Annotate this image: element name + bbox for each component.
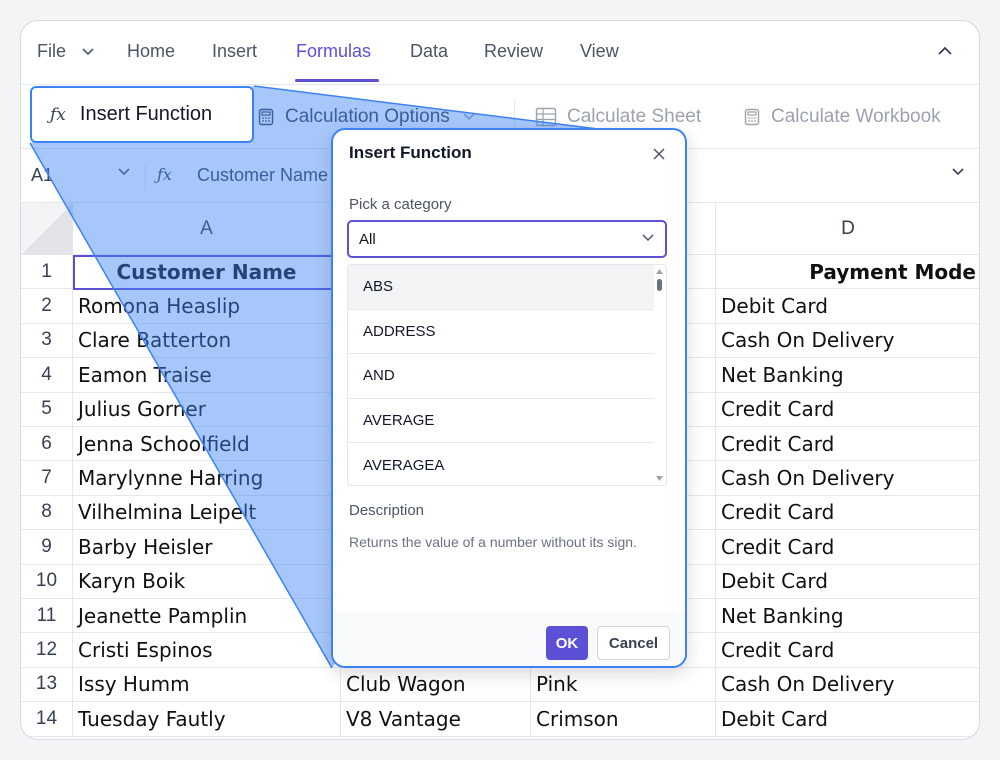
cell-a[interactable]: Vilhelmina Leipelt: [73, 495, 341, 530]
row-header[interactable]: 4: [21, 358, 73, 392]
chevron-up-icon[interactable]: [933, 39, 957, 63]
cell-d[interactable]: Credit Card: [716, 633, 979, 666]
chevron-down-icon: [642, 234, 654, 242]
cell-a[interactable]: Romona Heaslip: [73, 289, 341, 323]
cell-a[interactable]: Clare Batterton: [73, 323, 341, 358]
row-header[interactable]: 8: [21, 495, 73, 530]
sheet-icon: [535, 107, 557, 127]
cell-a[interactable]: Karyn Boik: [73, 564, 341, 598]
cell-a[interactable]: Eamon Traise: [73, 358, 341, 392]
cell-a[interactable]: Issy Humm: [73, 667, 341, 702]
scroll-down-icon[interactable]: [656, 476, 663, 481]
fx-icon: ƒx: [157, 165, 172, 184]
cell-d[interactable]: Cash On Delivery: [716, 324, 979, 357]
row-header[interactable]: 6: [21, 427, 73, 461]
active-tab-indicator: [295, 79, 379, 82]
tab-insert[interactable]: Insert: [212, 41, 257, 62]
cell-a[interactable]: Jeanette Pamplin: [73, 599, 341, 633]
cell-c[interactable]: Pink: [531, 667, 716, 702]
cell-a[interactable]: Tuesday Fautly: [73, 702, 341, 736]
cell-d[interactable]: Payment Mode: [716, 255, 979, 288]
scrollbar-thumb[interactable]: [657, 279, 662, 291]
category-label: Pick a category: [349, 196, 452, 213]
cell-a[interactable]: Jenna Schoolfield: [73, 427, 341, 461]
scroll-up-icon[interactable]: [656, 269, 663, 274]
cancel-button[interactable]: Cancel: [597, 626, 670, 660]
table-row: 14 Tuesday Fautly V8 Vantage Crimson Debit C…: [21, 702, 979, 737]
ok-button[interactable]: OK: [546, 626, 588, 660]
close-icon[interactable]: [649, 144, 669, 164]
cell-d[interactable]: Credit Card: [716, 530, 979, 563]
select-all-corner[interactable]: [21, 203, 73, 255]
tab-review[interactable]: Review: [484, 41, 543, 62]
row-header[interactable]: 13: [21, 667, 73, 702]
tab-view[interactable]: View: [580, 41, 619, 62]
description-label: Description: [349, 502, 425, 519]
row-header[interactable]: 5: [21, 392, 73, 426]
calculator-icon: [743, 108, 761, 126]
cell-d[interactable]: Cash On Delivery: [716, 461, 979, 494]
chevron-down-icon: [82, 48, 94, 56]
chevron-down-icon: [463, 113, 475, 121]
cell-d[interactable]: Debit Card: [716, 565, 979, 598]
tab-data[interactable]: Data: [410, 41, 448, 62]
row-header[interactable]: 2: [21, 289, 73, 323]
cell-c[interactable]: Crimson: [531, 702, 716, 736]
row-header[interactable]: 3: [21, 323, 73, 358]
cell-d[interactable]: Net Banking: [716, 599, 979, 632]
cell-a[interactable]: Julius Gorner: [73, 392, 341, 426]
function-list-item[interactable]: AVERAGE: [348, 399, 654, 443]
cell-d[interactable]: Credit Card: [716, 427, 979, 460]
fx-icon: ƒx: [50, 104, 66, 125]
row-header[interactable]: 10: [21, 564, 73, 598]
toolbar-divider: [514, 101, 515, 131]
table-row: 13 Issy Humm Club Wagon Pink Cash On Deliver…: [21, 667, 979, 703]
row-header[interactable]: 7: [21, 461, 73, 495]
cell-d[interactable]: Debit Card: [716, 702, 979, 735]
chevron-down-icon[interactable]: [117, 167, 131, 177]
cell-d[interactable]: Debit Card: [716, 289, 979, 322]
cell-a[interactable]: Marylynne Harring: [73, 461, 341, 495]
column-header-a[interactable]: A: [73, 203, 341, 255]
row-header[interactable]: 12: [21, 633, 73, 667]
chevron-down-icon[interactable]: [951, 167, 965, 177]
cell-a[interactable]: Barby Heisler: [73, 530, 341, 564]
description-text: Returns the value of a number without it…: [349, 534, 637, 550]
category-select[interactable]: All: [347, 220, 667, 258]
formula-input[interactable]: Customer Name: [197, 165, 328, 186]
function-list-item[interactable]: ABS: [348, 265, 654, 310]
column-header-d[interactable]: D: [716, 203, 979, 255]
function-list-item[interactable]: AND: [348, 354, 654, 399]
function-list[interactable]: ABS ADDRESS AND AVERAGE AVERAGEA: [347, 264, 667, 486]
row-header[interactable]: 11: [21, 599, 73, 633]
cell-a[interactable]: Cristi Espinos: [73, 633, 341, 667]
tab-file[interactable]: File: [37, 41, 95, 62]
tab-formulas[interactable]: Formulas: [296, 41, 371, 62]
insert-function-button[interactable]: ƒx Insert Function: [30, 86, 254, 143]
row-header[interactable]: 9: [21, 530, 73, 564]
tab-home[interactable]: Home: [127, 41, 175, 62]
insert-function-dialog: Insert Function Pick a category All ABS …: [331, 128, 687, 668]
cell-d[interactable]: Net Banking: [716, 358, 979, 391]
cell-d[interactable]: Credit Card: [716, 496, 979, 529]
cell-d[interactable]: Credit Card: [716, 393, 979, 426]
ribbon-tabs: File Home Insert Formulas Data Review Vi…: [21, 21, 979, 85]
row-header[interactable]: 14: [21, 702, 73, 736]
formula-bar-divider: [145, 163, 146, 191]
cell-b[interactable]: V8 Vantage: [341, 702, 531, 736]
cell-a[interactable]: Customer Name: [73, 255, 341, 289]
function-list-item[interactable]: ADDRESS: [348, 310, 654, 354]
calculate-workbook-button[interactable]: Calculate Workbook: [743, 85, 941, 149]
dialog-title: Insert Function: [349, 143, 472, 162]
function-list-item[interactable]: AVERAGEA: [348, 443, 654, 485]
name-box[interactable]: A1: [31, 165, 53, 186]
calculator-icon: [257, 108, 275, 126]
row-header[interactable]: 1: [21, 255, 73, 289]
cell-d[interactable]: Cash On Delivery: [716, 668, 979, 701]
cell-b[interactable]: Club Wagon: [341, 667, 531, 702]
